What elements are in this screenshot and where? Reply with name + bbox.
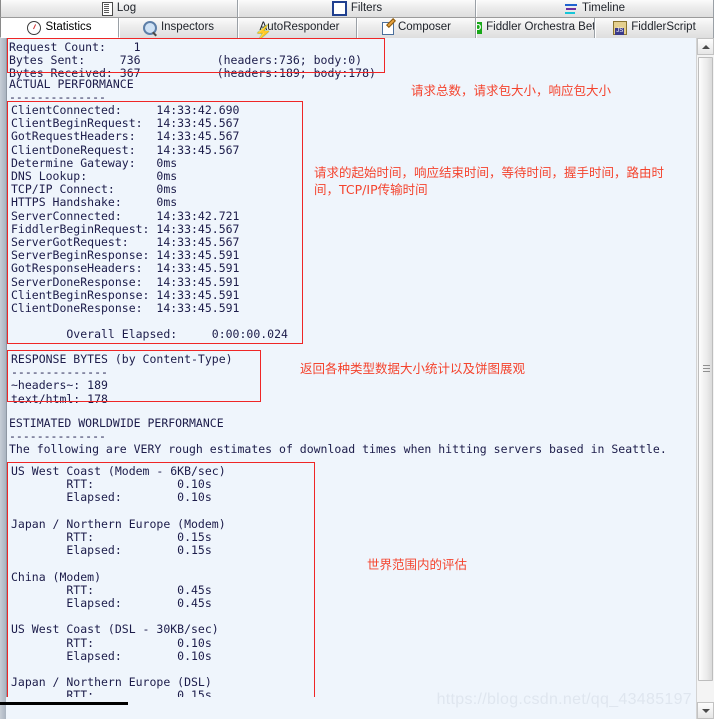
- statistics-pane: Request Count: 1 Bytes Sent: 736 (header…: [0, 38, 714, 719]
- scrollbar-grip-icon: [703, 365, 710, 372]
- request-summary-highlight-box: [7, 38, 385, 73]
- vertical-scrollbar-track[interactable]: [697, 55, 714, 702]
- js-script-icon: [613, 21, 628, 35]
- tab-inspectors-label: Inspectors: [160, 21, 215, 34]
- tab-timeline-label: Timeline: [581, 1, 626, 14]
- log-icon: [101, 1, 113, 16]
- actual-performance-highlight-box: [7, 101, 303, 344]
- horizontal-scrollbar[interactable]: [0, 702, 128, 705]
- estimated-performance-heading: ESTIMATED WORLDWIDE PERFORMANCE --------…: [9, 416, 667, 457]
- tab-composer[interactable]: Composer: [357, 18, 476, 38]
- chevron-down-icon: [702, 709, 710, 713]
- tab-log[interactable]: Log: [0, 0, 238, 17]
- secondary-tab-strip: Log Filters Timeline: [0, 0, 714, 18]
- annotation-response-bytes: 返回各种类型数据大小统计以及饼图展观: [300, 361, 526, 376]
- tab-fiddler-orchestra-label: Fiddler Orchestra Beta: [486, 21, 595, 34]
- primary-tab-strip: Statistics Inspectors AutoResponder Comp…: [0, 18, 714, 38]
- scroll-up-button[interactable]: [697, 38, 714, 55]
- fo-badge-icon: FO: [477, 22, 483, 34]
- scroll-down-button[interactable]: [697, 702, 714, 719]
- vertical-scrollbar-thumb[interactable]: [698, 57, 713, 681]
- fiddler-statistics-window: Log Filters Timeline Statistics Inspecto…: [0, 0, 714, 719]
- tab-filters[interactable]: Filters: [238, 0, 476, 17]
- magnifier-icon: [142, 21, 157, 35]
- vertical-scrollbar[interactable]: [696, 38, 714, 719]
- tab-statistics[interactable]: Statistics: [0, 18, 119, 38]
- estimated-performance-highlight-box: [7, 462, 315, 719]
- tab-timeline[interactable]: Timeline: [476, 0, 714, 17]
- annotation-timing: 请求的起始时间，响应结束时间，等待时间，握手时间，路由时 间，TCP/IP传输时…: [314, 165, 665, 197]
- tab-log-label: Log: [116, 1, 137, 14]
- annotation-request-summary: 请求总数，请求包大小，响应包大小: [411, 83, 612, 98]
- stopwatch-icon: [27, 20, 42, 35]
- tab-filters-label: Filters: [350, 1, 383, 14]
- tab-fiddler-orchestra[interactable]: FO Fiddler Orchestra Beta: [476, 18, 595, 38]
- tab-fiddlerscript-label: FiddlerScript: [631, 21, 696, 34]
- response-bytes-highlight-box: [7, 350, 261, 402]
- annotation-worldwide: 世界范围内的评估: [367, 557, 468, 572]
- pane-left-gutter: [0, 38, 7, 697]
- filters-icon: [331, 1, 347, 16]
- timeline-icon: [564, 2, 578, 15]
- tab-autoresponder[interactable]: AutoResponder: [238, 18, 357, 38]
- tab-inspectors[interactable]: Inspectors: [119, 18, 238, 38]
- watermark-text: https://blog.csdn.net/qq_43485197: [436, 691, 692, 708]
- tab-fiddlerscript[interactable]: FiddlerScript: [595, 18, 714, 38]
- pencil-note-icon: [381, 21, 394, 35]
- tab-statistics-label: Statistics: [45, 20, 92, 33]
- bottom-left-gutter: [0, 697, 6, 719]
- chevron-up-icon: [702, 45, 710, 49]
- tab-composer-label: Composer: [397, 21, 452, 34]
- statistics-content: Request Count: 1 Bytes Sent: 736 (header…: [7, 38, 690, 719]
